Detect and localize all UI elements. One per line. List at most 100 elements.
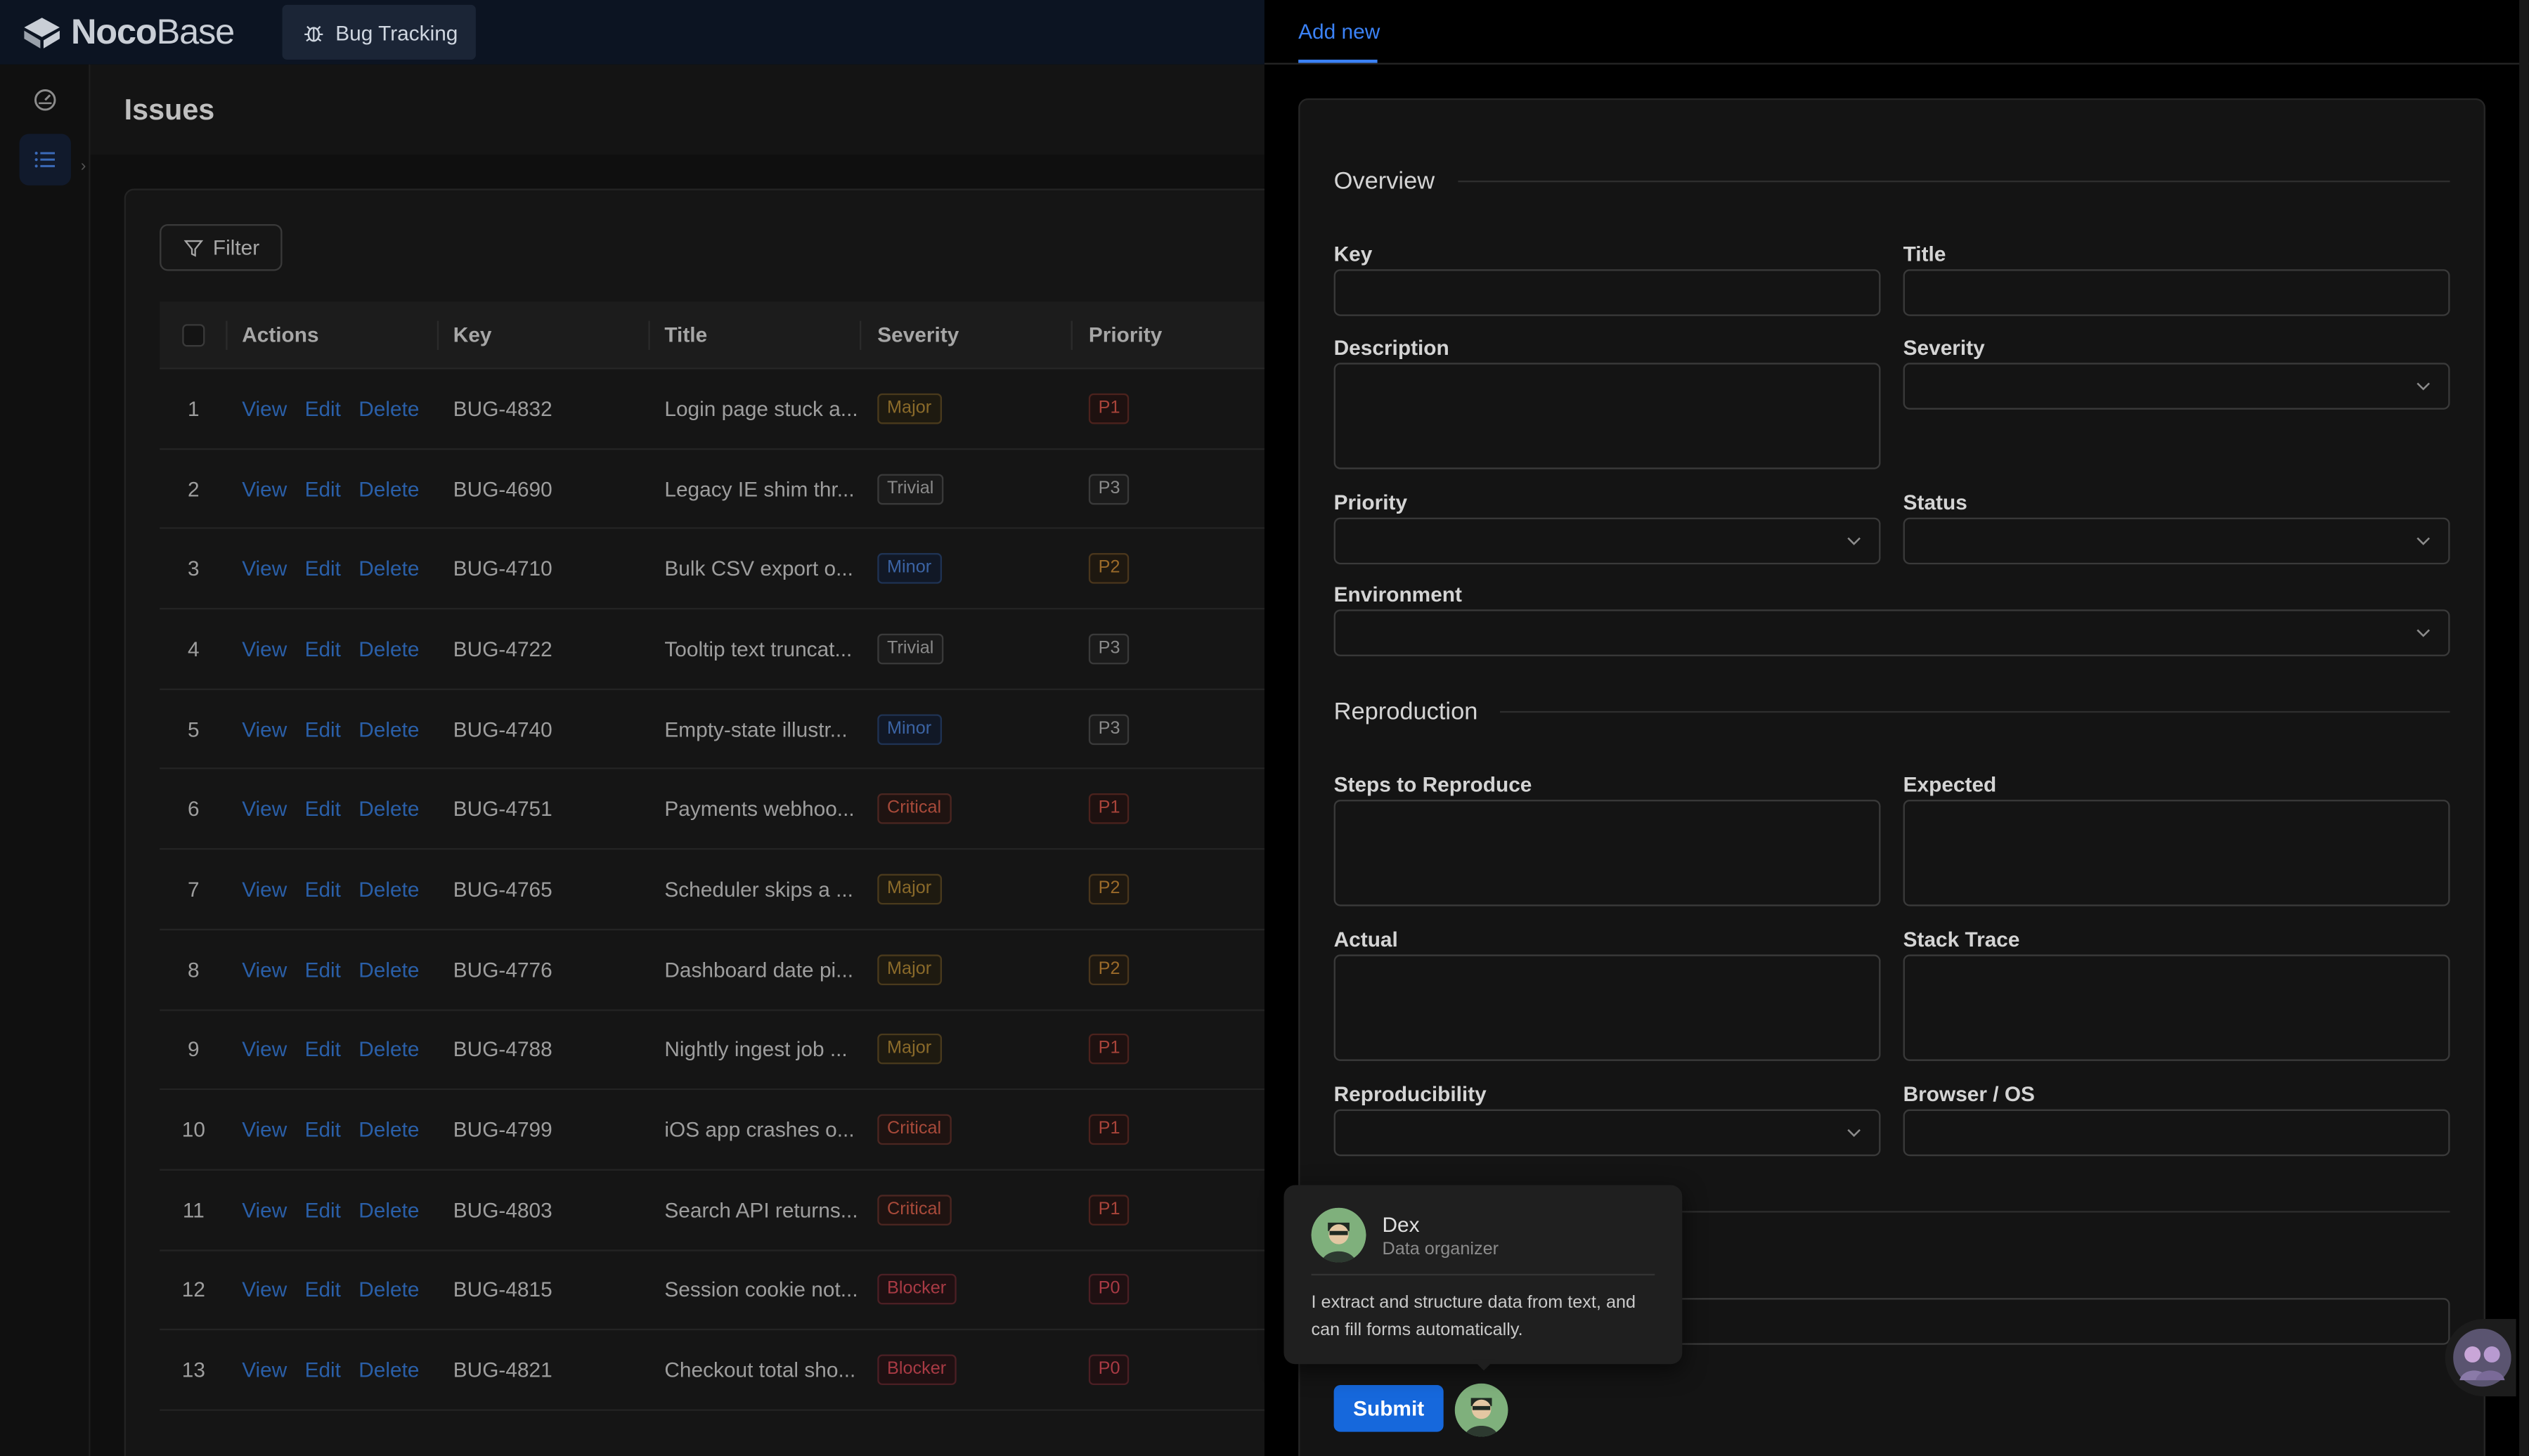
header-key[interactable]: Key: [439, 320, 650, 349]
reproducibility-select[interactable]: [1333, 1109, 1881, 1157]
tab-add-new[interactable]: Add new: [1298, 20, 1380, 44]
priority-badge: P1: [1088, 793, 1130, 825]
table-row[interactable]: 8 View Edit Delete BUG-4776 Dashboard date pi…: [160, 930, 1289, 1010]
header-title[interactable]: Title: [650, 320, 862, 349]
row-title: Empty-state illustr...: [664, 717, 848, 741]
actual-textarea[interactable]: [1333, 954, 1881, 1061]
header-priority[interactable]: Priority: [1073, 323, 1266, 346]
view-link[interactable]: View: [242, 957, 287, 981]
delete-link[interactable]: Delete: [358, 557, 419, 580]
table-row[interactable]: 10 View Edit Delete BUG-4799 iOS app crashes …: [160, 1091, 1289, 1171]
row-priority: P1: [1073, 793, 1266, 825]
delete-link[interactable]: Delete: [358, 797, 419, 821]
view-link[interactable]: View: [242, 637, 287, 661]
sidebar-item-issues[interactable]: [19, 134, 71, 186]
logo-text-bold: Noco: [70, 11, 157, 52]
edit-link[interactable]: Edit: [305, 1117, 341, 1141]
delete-link[interactable]: Delete: [358, 396, 419, 420]
expected-textarea[interactable]: [1903, 800, 2450, 906]
browser-os-input[interactable]: [1903, 1109, 2450, 1157]
view-link[interactable]: View: [242, 396, 287, 420]
view-link[interactable]: View: [242, 1117, 287, 1141]
edit-link[interactable]: Edit: [305, 637, 341, 661]
edit-link[interactable]: Edit: [305, 1197, 341, 1221]
sidebar-item-dashboard[interactable]: [20, 74, 71, 126]
submit-button[interactable]: Submit: [1333, 1385, 1444, 1432]
sidebar-expand-icon[interactable]: ›: [81, 158, 86, 176]
priority-badge: P1: [1088, 1114, 1130, 1145]
delete-link[interactable]: Delete: [358, 1278, 419, 1301]
table-row[interactable]: 9 View Edit Delete BUG-4788 Nightly ingest jo…: [160, 1010, 1289, 1091]
view-link[interactable]: View: [242, 717, 287, 741]
view-link[interactable]: View: [242, 1278, 287, 1301]
table-row[interactable]: 7 View Edit Delete BUG-4765 Scheduler skips a…: [160, 850, 1289, 930]
priority-select[interactable]: [1333, 517, 1881, 565]
delete-link[interactable]: Delete: [358, 877, 419, 901]
delete-link[interactable]: Delete: [358, 717, 419, 741]
stack-trace-textarea[interactable]: [1903, 954, 2450, 1061]
table-row[interactable]: 3 View Edit Delete BUG-4710 Bulk CSV export o…: [160, 529, 1289, 610]
key-input[interactable]: [1333, 269, 1881, 316]
environment-select[interactable]: [1333, 609, 2450, 656]
row-title: Tooltip text truncat...: [664, 637, 853, 661]
delete-link[interactable]: Delete: [358, 1037, 419, 1061]
ai-assistant-avatar[interactable]: [1454, 1383, 1508, 1437]
delete-link[interactable]: Delete: [358, 1358, 419, 1382]
severity-badge: Major: [877, 873, 941, 905]
edit-link[interactable]: Edit: [305, 476, 341, 500]
edit-link[interactable]: Edit: [305, 1358, 341, 1382]
table-row[interactable]: 11 View Edit Delete BUG-4803 Search API retur…: [160, 1171, 1289, 1251]
view-link[interactable]: View: [242, 557, 287, 580]
row-number: 6: [188, 797, 200, 821]
steps-textarea[interactable]: [1333, 800, 1881, 906]
filter-button[interactable]: Filter: [160, 223, 283, 271]
logo[interactable]: NocoBase: [21, 11, 235, 53]
title-input[interactable]: [1903, 269, 2450, 316]
table-row[interactable]: 2 View Edit Delete BUG-4690 Legacy IE shim th…: [160, 449, 1289, 530]
edit-link[interactable]: Edit: [305, 396, 341, 420]
edit-link[interactable]: Edit: [305, 797, 341, 821]
row-priority: P0: [1073, 1274, 1266, 1306]
view-link[interactable]: View: [242, 1037, 287, 1061]
row-title: Session cookie not...: [664, 1278, 858, 1302]
edit-link[interactable]: Edit: [305, 557, 341, 580]
severity-badge: Trivial: [877, 473, 944, 505]
select-all-checkbox[interactable]: [181, 323, 205, 346]
ai-float-button[interactable]: [2445, 1318, 2516, 1397]
table-row[interactable]: 12 View Edit Delete BUG-4815 Session cookie n…: [160, 1251, 1289, 1331]
status-select[interactable]: [1903, 517, 2450, 565]
tab-bug-tracking[interactable]: Bug Tracking: [282, 4, 476, 60]
ai-team-icon: [2453, 1328, 2511, 1387]
table-row[interactable]: 1 View Edit Delete BUG-4832 Login page stuck …: [160, 369, 1289, 450]
view-link[interactable]: View: [242, 797, 287, 821]
view-link[interactable]: View: [242, 877, 287, 901]
delete-link[interactable]: Delete: [358, 1197, 419, 1221]
row-actions: View Edit Delete: [228, 1358, 439, 1382]
main-content: Issues Filter Actions Key Title Severity…: [90, 64, 1289, 1456]
header-severity[interactable]: Severity: [861, 320, 1073, 349]
edit-link[interactable]: Edit: [305, 717, 341, 741]
priority-badge: P3: [1088, 633, 1130, 665]
table-row[interactable]: 5 View Edit Delete BUG-4740 Empty-state illus…: [160, 690, 1289, 770]
severity-badge: Major: [877, 1034, 941, 1065]
edit-link[interactable]: Edit: [305, 957, 341, 981]
row-title: Nightly ingest job ...: [664, 1037, 848, 1062]
dex-avatar-icon: [1311, 1207, 1366, 1263]
view-link[interactable]: View: [242, 1197, 287, 1221]
severity-select[interactable]: [1903, 363, 2450, 410]
table-row[interactable]: 13 View Edit Delete BUG-4821 Checkout total s…: [160, 1331, 1289, 1411]
row-number: 3: [188, 557, 200, 581]
edit-link[interactable]: Edit: [305, 1278, 341, 1301]
view-link[interactable]: View: [242, 1358, 287, 1382]
delete-link[interactable]: Delete: [358, 957, 419, 981]
delete-link[interactable]: Delete: [358, 476, 419, 500]
table-row[interactable]: 4 View Edit Delete BUG-4722 Tooltip text trun…: [160, 610, 1289, 690]
table-row[interactable]: 6 View Edit Delete BUG-4751 Payments webhoo..…: [160, 770, 1289, 850]
view-link[interactable]: View: [242, 476, 287, 500]
description-textarea[interactable]: [1333, 363, 1881, 469]
delete-link[interactable]: Delete: [358, 1117, 419, 1141]
edit-link[interactable]: Edit: [305, 877, 341, 901]
edit-link[interactable]: Edit: [305, 1037, 341, 1061]
drawer-scrollbar[interactable]: [2519, 0, 2529, 1456]
delete-link[interactable]: Delete: [358, 637, 419, 661]
